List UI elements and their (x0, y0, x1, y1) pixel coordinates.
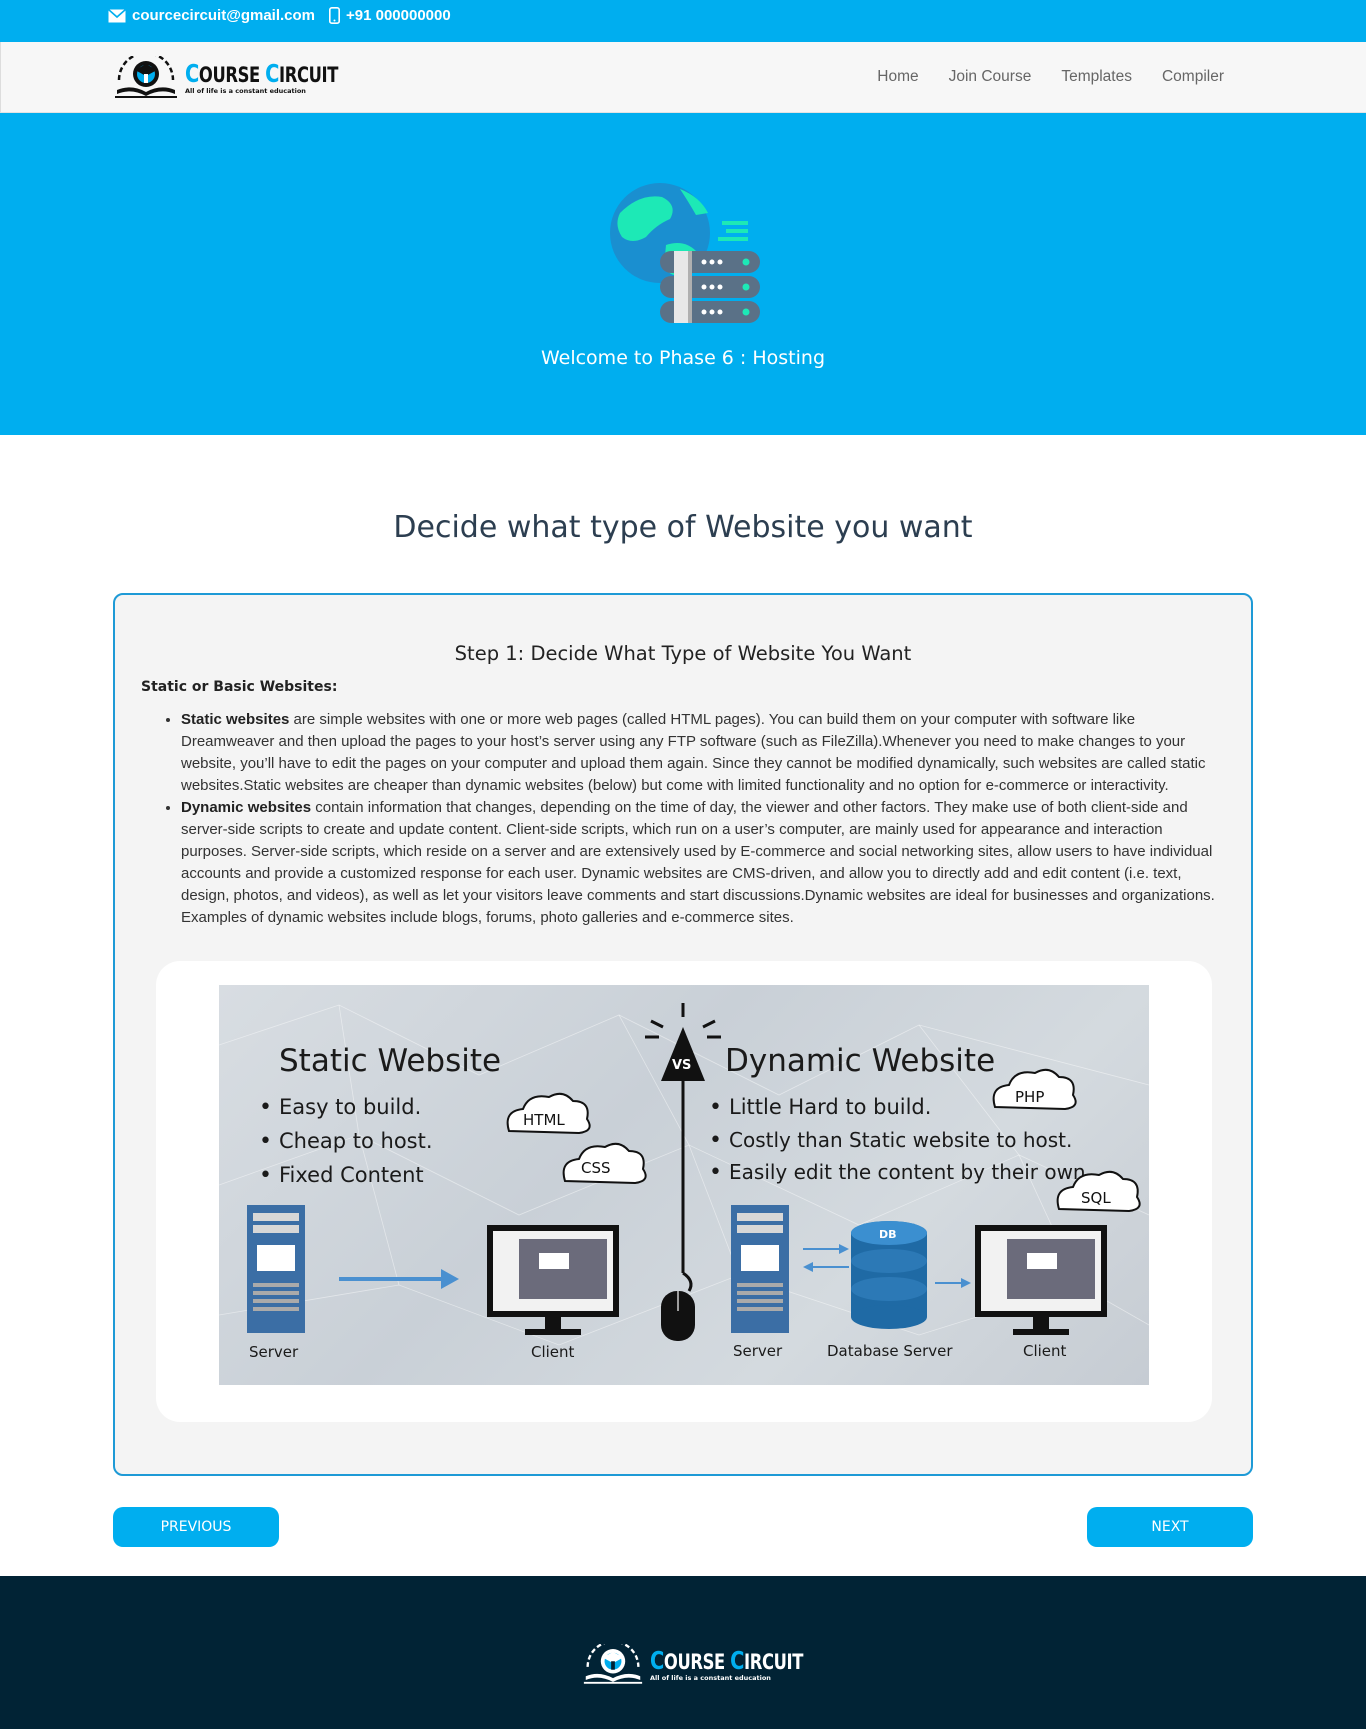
next-button[interactable]: NEXT (1087, 1507, 1253, 1547)
brand-tagline: All of life is a constant education (185, 87, 306, 96)
book-graduation-logo-icon (583, 1644, 643, 1684)
text-dynamic: contain information that changes, depend… (181, 799, 1215, 926)
nav-home[interactable]: Home (877, 68, 918, 86)
label-database-server: Database Server (827, 1342, 953, 1360)
hero-banner: Welcome to Phase 6 : Hosting (0, 113, 1366, 435)
server-stack (660, 251, 760, 323)
label-client-right: Client (1023, 1342, 1067, 1360)
brand-name: COURSE CIRCUIT (185, 59, 339, 89)
email-contact[interactable]: courcecircuit@gmail.com (108, 7, 315, 24)
step-content-card: Step 1: Decide What Type of Website You … (113, 593, 1253, 1476)
top-contact-bar: courcecircuit@gmail.com +91 000000000 (0, 0, 1366, 42)
dynamic-title: Dynamic Website (725, 1043, 995, 1079)
svg-text:PHP: PHP (1015, 1088, 1044, 1106)
nav-compiler[interactable]: Compiler (1162, 68, 1224, 86)
mail-icon (108, 8, 126, 22)
infographic-frame: Static Website • Easy to build. • Cheap … (156, 961, 1212, 1422)
static-vs-dynamic-infographic: Static Website • Easy to build. • Cheap … (219, 985, 1149, 1385)
svg-text:•: • (709, 1128, 722, 1153)
text-static: are simple websites with one or more web… (181, 711, 1206, 794)
cloud-css-icon: CSS (562, 1142, 647, 1185)
svg-text:•: • (259, 1129, 272, 1154)
book-graduation-logo-icon (115, 56, 177, 98)
label-server-right: Server (733, 1342, 783, 1360)
dynamic-point-3: Easily edit the content by their own. (729, 1160, 1092, 1184)
footer-logo[interactable]: COURSE CIRCUIT All of life is a constant… (582, 1644, 846, 1686)
dynamic-point-1: Little Hard to build. (729, 1095, 931, 1119)
main-navbar: COURSE CIRCUIT All of life is a constant… (0, 42, 1366, 113)
static-point-1: Easy to build. (279, 1095, 421, 1119)
svg-text:•: • (709, 1095, 722, 1120)
mouse-icon (661, 1291, 695, 1341)
phone-contact[interactable]: +91 000000000 (329, 7, 451, 24)
mobile-phone-icon (329, 7, 340, 24)
step-title: Step 1: Decide What Type of Website You … (454, 642, 912, 665)
nav-templates[interactable]: Templates (1061, 68, 1132, 86)
previous-button[interactable]: PREVIOUS (113, 1507, 279, 1547)
svg-text:HTML: HTML (523, 1111, 565, 1129)
term-dynamic: Dynamic websites (181, 799, 312, 816)
phone-text: +91 000000000 (346, 7, 451, 24)
svg-text:•: • (709, 1160, 722, 1185)
site-logo[interactable]: COURSE CIRCUIT All of life is a constant… (113, 56, 381, 100)
svg-text:•: • (259, 1163, 272, 1188)
static-point-3: Fixed Content (279, 1163, 424, 1187)
svg-text:•: • (259, 1095, 272, 1120)
website-type-list: Static websites are simple websites with… (181, 709, 1231, 929)
list-item-static: Static websites are simple websites with… (181, 709, 1231, 797)
svg-text:VS: VS (672, 1058, 691, 1073)
term-static: Static websites (181, 711, 290, 728)
svg-text:SQL: SQL (1081, 1189, 1111, 1207)
client-monitor-icon-left (487, 1225, 619, 1335)
page-title: Decide what type of Website you want (393, 510, 973, 545)
dynamic-point-2: Costly than Static website to host. (729, 1128, 1072, 1152)
globe-server-hosting-icon (610, 183, 760, 323)
server-icon-left (247, 1205, 305, 1333)
server-icon-right (731, 1205, 789, 1333)
label-server-left: Server (249, 1343, 299, 1361)
svg-text:CSS: CSS (581, 1159, 611, 1177)
list-item-dynamic: Dynamic websites contain information tha… (181, 797, 1231, 929)
cloud-html-icon: HTML (506, 1092, 591, 1135)
nav-menu: Home Join Course Templates Compiler (877, 68, 1224, 86)
section-label: Static or Basic Websites: (141, 679, 338, 695)
footer-brand-name: COURSE CIRCUIT (650, 1646, 804, 1676)
static-title: Static Website (279, 1043, 501, 1079)
nav-join-course[interactable]: Join Course (949, 68, 1032, 86)
footer-brand-tagline: All of life is a constant education (650, 1674, 771, 1683)
label-client-left: Client (531, 1343, 575, 1361)
email-text: courcecircuit@gmail.com (132, 7, 316, 24)
cloud-php-icon: PHP (992, 1068, 1077, 1111)
svg-text:DB: DB (879, 1228, 897, 1241)
hero-title: Welcome to Phase 6 : Hosting (540, 347, 826, 369)
client-monitor-icon-right (975, 1225, 1107, 1335)
database-icon: DB (851, 1221, 927, 1329)
footer: COURSE CIRCUIT All of life is a constant… (0, 1576, 1366, 1729)
static-point-2: Cheap to host. (279, 1129, 433, 1153)
